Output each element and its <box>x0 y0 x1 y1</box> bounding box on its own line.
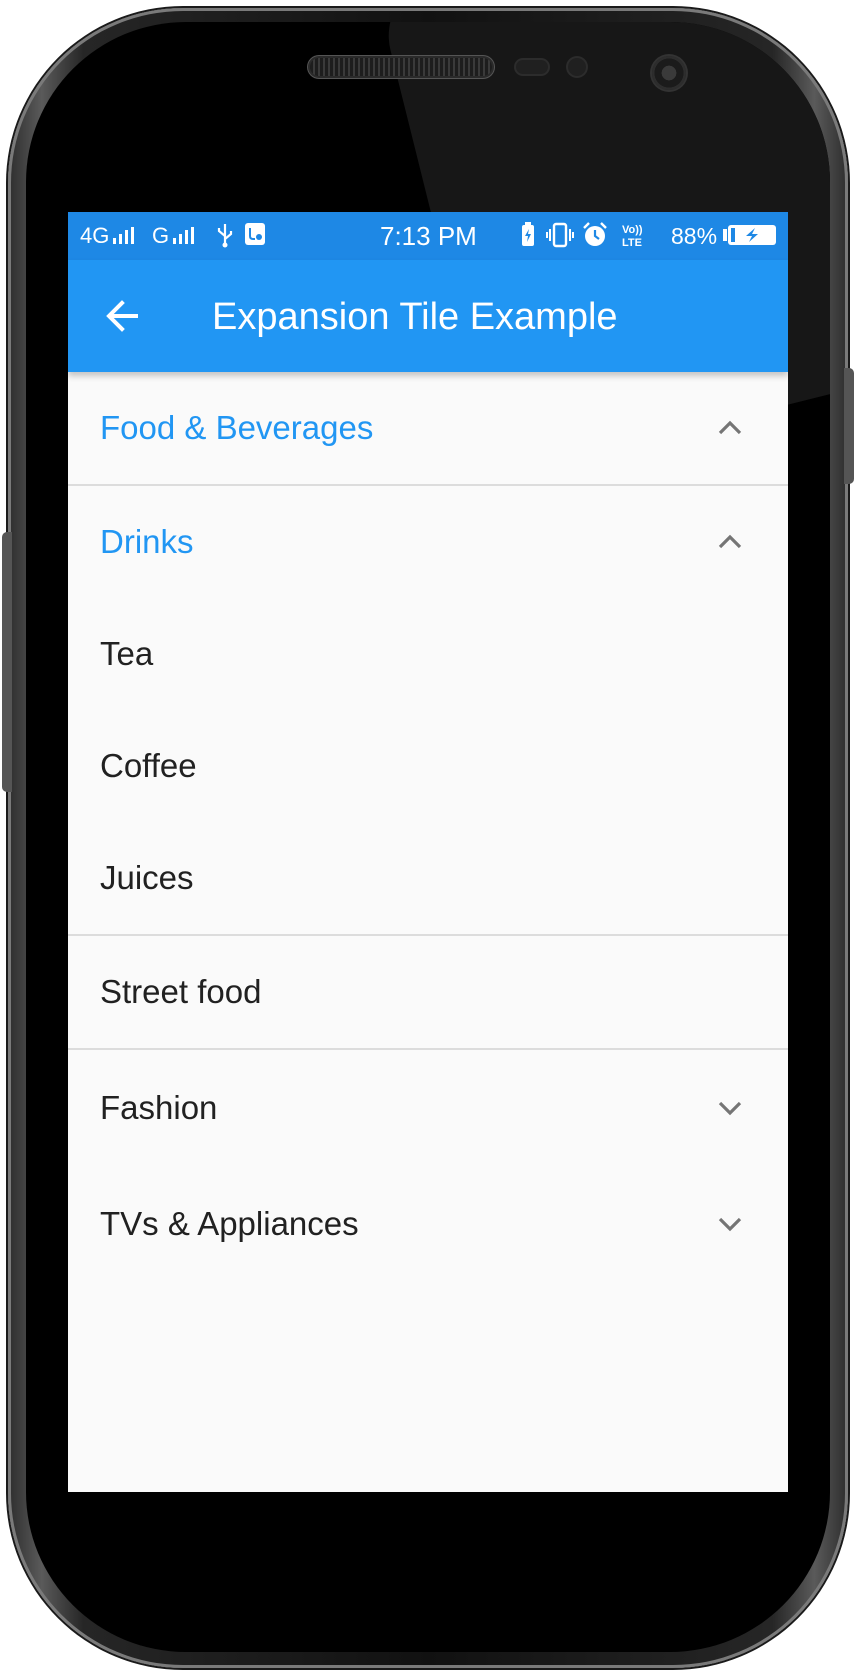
list-item-label: Juices <box>100 859 194 896</box>
expansion-list: Food & Beverages Drinks Tea Coffee Juice… <box>68 372 788 1282</box>
light-sensor <box>568 58 586 76</box>
expansion-tile-drinks[interactable]: Drinks <box>68 486 788 598</box>
chevron-up-icon <box>718 420 742 435</box>
volume-button <box>2 532 12 792</box>
battery-percent: 88% <box>671 223 718 249</box>
expansion-tile-tvs-appliances[interactable]: TVs & Appliances <box>68 1166 788 1282</box>
signal-strength-2-icon <box>173 227 194 244</box>
expansion-tile-fashion[interactable]: Fashion <box>68 1050 788 1166</box>
alarm-icon <box>583 222 607 246</box>
chevron-up-icon <box>718 534 742 549</box>
list-item-label: Street food <box>100 973 262 1010</box>
tile-title: Fashion <box>100 1089 218 1126</box>
page-title: Expansion Tile Example <box>212 296 618 338</box>
chevron-down-icon <box>718 1217 742 1232</box>
tile-title: TVs & Appliances <box>100 1205 359 1242</box>
list-item-juices[interactable]: Juices <box>68 822 788 934</box>
list-item-street-food[interactable]: Street food <box>68 936 788 1048</box>
debug-icon <box>245 223 265 245</box>
front-camera <box>652 56 686 90</box>
status-bar: 4G G 7:13 PM Vo)) LTE 88% <box>68 212 788 260</box>
proximity-sensor <box>516 60 548 74</box>
battery-charging-small-icon <box>522 222 534 246</box>
expansion-tile-food-beverages[interactable]: Food & Beverages <box>68 372 788 484</box>
screen: 4G G 7:13 PM Vo)) LTE 88% Expansion Tile… <box>68 212 788 1492</box>
usb-icon <box>217 224 233 248</box>
app-bar: Expansion Tile Example <box>68 260 788 372</box>
network-4g-label: 4G <box>80 223 110 248</box>
volte-icon: Vo)) LTE <box>622 224 643 249</box>
list-item-coffee[interactable]: Coffee <box>68 710 788 822</box>
svg-text:LTE: LTE <box>622 237 642 249</box>
earpiece-speaker <box>310 58 492 76</box>
tile-title: Food & Beverages <box>100 409 374 446</box>
network-g-label: G <box>152 223 170 248</box>
chevron-down-icon <box>718 1101 742 1116</box>
clock: 7:13 PM <box>380 221 477 251</box>
vibrate-icon <box>546 222 574 248</box>
tile-title: Drinks <box>100 523 194 560</box>
battery-icon <box>723 225 776 245</box>
list-item-label: Coffee <box>100 747 197 784</box>
power-button <box>844 368 854 484</box>
signal-strength-icon <box>113 227 134 244</box>
list-item-label: Tea <box>100 635 154 672</box>
back-button[interactable] <box>92 286 152 346</box>
arrow-back-icon <box>106 300 138 332</box>
svg-text:Vo)): Vo)) <box>622 224 643 236</box>
list-item-tea[interactable]: Tea <box>68 598 788 710</box>
